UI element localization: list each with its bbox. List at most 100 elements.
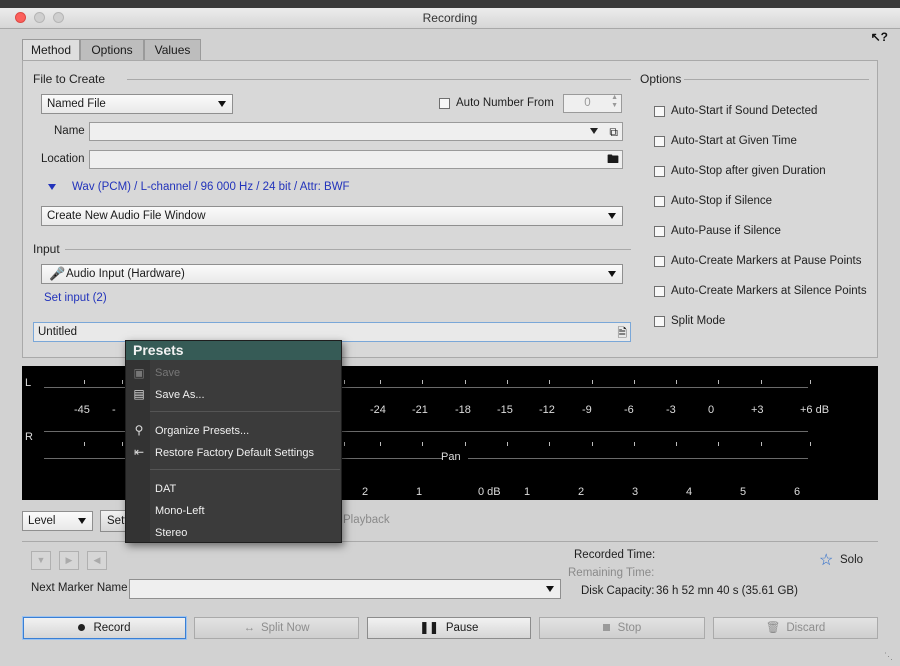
- db-tick-mark: [810, 380, 811, 384]
- option-label: Auto-Pause if Silence: [671, 225, 781, 237]
- db-tick-mark: [344, 442, 345, 446]
- option-checkbox[interactable]: [654, 286, 665, 297]
- auto-number-value: 0: [584, 97, 591, 109]
- db-tick-mark: [718, 442, 719, 446]
- stop-button[interactable]: Stop: [539, 617, 705, 639]
- db-tick-label: -24: [370, 404, 386, 416]
- auto-number-stepper[interactable]: 0 ▲ ▼: [563, 94, 622, 113]
- db-tick-label: -9: [582, 404, 592, 416]
- window-title: Recording: [422, 11, 478, 25]
- menu-item-save[interactable]: Save: [155, 367, 180, 379]
- resize-grip-icon[interactable]: ⋱: [884, 651, 893, 662]
- divider: [684, 79, 869, 80]
- db-tick-label: -21: [412, 404, 428, 416]
- input-heading: Input: [33, 242, 60, 256]
- stepper-arrows-icon[interactable]: ▲ ▼: [611, 94, 618, 110]
- location-input[interactable]: 🖿: [89, 150, 623, 169]
- file-to-create-heading: File to Create: [33, 72, 106, 86]
- record-icon: [78, 624, 86, 631]
- chevron-down-icon[interactable]: [590, 128, 598, 134]
- pan-tick-label: 2: [362, 486, 369, 498]
- split-icon: ↔: [243, 622, 255, 634]
- chevron-down-icon: [218, 101, 226, 107]
- context-help-icon[interactable]: ↖?: [871, 30, 888, 44]
- option-checkbox[interactable]: [654, 226, 665, 237]
- auto-number-checkbox[interactable]: [439, 98, 450, 109]
- chevron-down-icon: [78, 518, 86, 524]
- restore-icon: ⇤: [133, 445, 145, 459]
- tab-method[interactable]: Method: [22, 39, 80, 61]
- db-tick-mark: [465, 442, 466, 446]
- option-label: Auto-Create Markers at Silence Points: [671, 285, 867, 297]
- options-heading: Options: [640, 72, 682, 86]
- preset-name-input[interactable]: Untitled 🗎: [33, 322, 631, 342]
- playback-label: Playback: [343, 514, 390, 526]
- record-button[interactable]: Record: [23, 617, 186, 639]
- menu-item-organize-presets[interactable]: Organize Presets...: [155, 425, 249, 437]
- recording-dialog: Recording ↖? Method Options Values File …: [0, 8, 900, 666]
- recorded-time-label: Recorded Time:: [574, 549, 656, 561]
- pan-tick-label: 6: [794, 486, 801, 498]
- next-marker-label: Next Marker Name: [31, 582, 128, 594]
- disk-capacity-label: Disk Capacity:: [581, 585, 655, 597]
- db-tick-mark: [761, 380, 762, 384]
- expand-format-icon[interactable]: [48, 184, 56, 190]
- tab-values[interactable]: Values: [144, 39, 201, 60]
- star-icon[interactable]: ☆: [819, 550, 833, 570]
- auto-number-label: Auto Number From: [456, 97, 554, 109]
- presets-menu-title: Presets: [126, 341, 341, 360]
- file-type-select[interactable]: Named File: [41, 94, 233, 114]
- solo-label[interactable]: Solo: [840, 554, 863, 566]
- db-tick-label: +6 dB: [800, 404, 830, 416]
- preset-file-icon[interactable]: 🗎: [617, 324, 627, 342]
- db-tick-mark: [718, 380, 719, 384]
- chevron-down-icon: [546, 586, 554, 592]
- menu-item-save-as[interactable]: Save As...: [155, 389, 205, 401]
- name-input[interactable]: ⧉: [89, 122, 623, 141]
- option-checkbox[interactable]: [654, 106, 665, 117]
- db-tick-label: -: [112, 404, 116, 416]
- menu-item-restore-defaults[interactable]: Restore Factory Default Settings: [155, 447, 314, 459]
- db-tick-mark: [507, 442, 508, 446]
- db-tick-mark: [344, 380, 345, 384]
- window-option-select[interactable]: Create New Audio File Window: [41, 206, 623, 226]
- option-checkbox[interactable]: [654, 166, 665, 177]
- db-tick-mark: [549, 380, 550, 384]
- option-label: Auto-Start at Given Time: [671, 135, 797, 147]
- back-marker-button[interactable]: ◀: [87, 551, 107, 570]
- option-checkbox[interactable]: [654, 136, 665, 147]
- discard-button[interactable]: 🗑 Discard: [713, 617, 878, 639]
- db-tick-mark: [84, 380, 85, 384]
- menu-item-preset[interactable]: DAT: [155, 483, 176, 495]
- tab-options[interactable]: Options: [80, 39, 144, 60]
- input-device-select[interactable]: 🎤 Audio Input (Hardware): [41, 264, 623, 284]
- menu-item-preset[interactable]: Stereo: [155, 527, 187, 539]
- option-checkbox[interactable]: [654, 196, 665, 207]
- divider: [127, 79, 631, 80]
- folder-icon[interactable]: 🖿: [607, 151, 619, 168]
- disk-capacity-value: 36 h 52 mn 40 s (35.61 GB): [656, 585, 798, 597]
- next-marker-button[interactable]: ▶: [59, 551, 79, 570]
- db-tick-label: +3: [751, 404, 764, 416]
- previous-marker-button[interactable]: ▼: [31, 551, 51, 570]
- set-input-link[interactable]: Set input (2): [44, 292, 107, 304]
- remaining-time-label: Remaining Time:: [568, 567, 655, 579]
- next-marker-input[interactable]: [129, 579, 561, 599]
- title-bar: Recording: [0, 8, 900, 29]
- menu-item-preset[interactable]: Mono-Left: [155, 505, 205, 517]
- organize-icon: ⚲: [134, 423, 144, 437]
- pan-tick-label: 2: [578, 486, 585, 498]
- db-tick-mark: [380, 442, 381, 446]
- split-now-button[interactable]: ↔ Split Now: [194, 617, 359, 639]
- db-tick-mark: [676, 380, 677, 384]
- audio-format-link[interactable]: Wav (PCM) / L-channel / 96 000 Hz / 24 b…: [72, 181, 350, 193]
- db-tick-label: -12: [539, 404, 555, 416]
- option-checkbox[interactable]: [654, 256, 665, 267]
- pan-label: Pan: [441, 451, 461, 463]
- meter-mode-select[interactable]: Level: [22, 511, 93, 531]
- option-checkbox[interactable]: [654, 316, 665, 327]
- copy-name-icon[interactable]: ⧉: [609, 124, 618, 141]
- pause-button[interactable]: ❚❚ Pause: [367, 617, 531, 639]
- db-tick-mark: [592, 442, 593, 446]
- db-tick-mark: [676, 442, 677, 446]
